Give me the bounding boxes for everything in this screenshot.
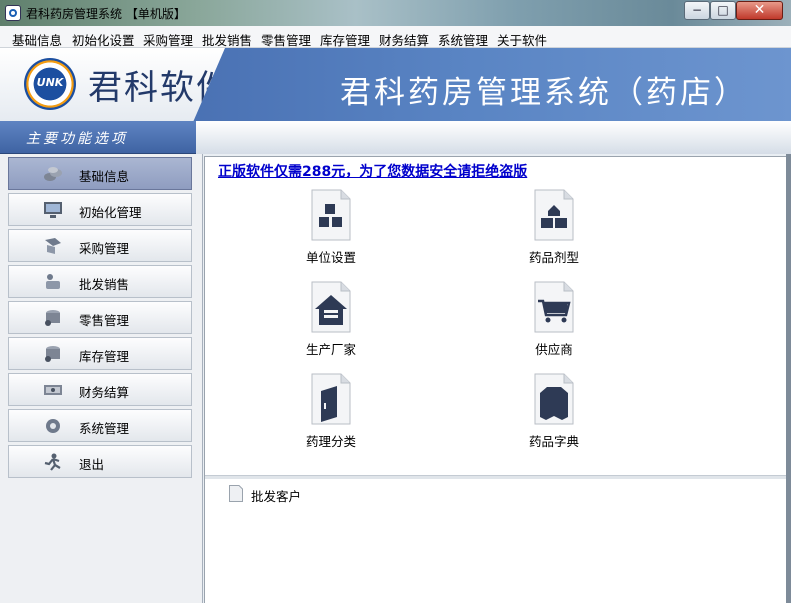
- stack-icon: [44, 167, 62, 181]
- shirt-icon: [534, 373, 574, 425]
- title-bar[interactable]: 君科药房管理系统 【单机版】 − □ ✕: [0, 0, 791, 26]
- monitor-icon: [44, 202, 62, 218]
- sidebar-item-label: 采购管理: [79, 241, 130, 256]
- inventory-icon: [45, 346, 60, 362]
- tile-label: 供应商: [535, 342, 573, 357]
- minimize-button[interactable]: −: [684, 1, 710, 20]
- tile-label: 生产厂家: [305, 342, 356, 357]
- document-icon: [229, 485, 243, 502]
- menu-item-system[interactable]: 系统管理: [438, 30, 488, 49]
- system-title: 君科药房管理系统（药店）: [340, 75, 748, 111]
- app-window: 君科药房管理系统 【单机版】 − □ ✕ 基础信息 初始化设置 采购管理 批发销…: [0, 0, 791, 603]
- tile-label: 单位设置: [305, 250, 356, 265]
- sidebar-item-exit[interactable]: 退出: [8, 445, 192, 478]
- menu-bar: 基础信息 初始化设置 采购管理 批发销售 零售管理 库存管理 财务结算 系统管理…: [0, 26, 791, 48]
- maximize-button[interactable]: □: [710, 1, 736, 20]
- menu-item-basic-info[interactable]: 基础信息: [12, 30, 62, 49]
- content-header-strip: [196, 121, 791, 154]
- sidebar-header-label: 主要功能选项: [26, 131, 128, 147]
- tile-label: 药理分类: [305, 434, 356, 449]
- menu-item-purchase[interactable]: 采购管理: [143, 30, 193, 49]
- purchase-icon: [45, 238, 61, 254]
- sub-item-label: 批发客户: [251, 489, 302, 504]
- sidebar-item-label: 退出: [79, 457, 105, 472]
- book-icon: [311, 373, 351, 425]
- sidebar-item-init[interactable]: 初始化管理: [8, 193, 192, 226]
- sidebar-item-label: 系统管理: [79, 421, 130, 436]
- sidebar-item-finance[interactable]: 财务结算: [8, 373, 192, 406]
- logo-area: UNK 君科软件: [0, 48, 225, 121]
- gear-icon: [46, 419, 60, 433]
- tile-supplier[interactable]: 供应商: [494, 281, 614, 361]
- menu-item-inventory[interactable]: 库存管理: [320, 30, 370, 49]
- app-icon[interactable]: [5, 5, 21, 21]
- close-button[interactable]: ✕: [736, 1, 783, 20]
- menu-item-wholesale[interactable]: 批发销售: [202, 30, 252, 49]
- menu-item-init-settings[interactable]: 初始化设置: [72, 30, 135, 49]
- sidebar-item-label: 财务结算: [79, 385, 130, 400]
- logo-badge: UNK: [36, 76, 64, 89]
- tile-manufacturer[interactable]: 生产厂家: [271, 281, 391, 361]
- sidebar-item-basic-info[interactable]: 基础信息: [8, 157, 192, 190]
- sidebar-item-system[interactable]: 系统管理: [8, 409, 192, 442]
- exit-icon: [44, 453, 61, 471]
- menu-item-retail[interactable]: 零售管理: [261, 30, 311, 49]
- wholesale-icon: [46, 274, 60, 289]
- sidebar-item-label: 库存管理: [79, 349, 130, 364]
- tile-pharmacology[interactable]: 药理分类: [271, 373, 391, 453]
- section-divider: [205, 475, 787, 479]
- promo-link[interactable]: 正版软件仅需288元，为了您数据安全请拒绝盗版: [218, 161, 527, 181]
- tile-unit-settings[interactable]: 单位设置: [271, 189, 391, 269]
- blocks-icon: [311, 189, 351, 241]
- window-right-border: [786, 154, 791, 603]
- sidebar-item-label: 批发销售: [79, 277, 130, 292]
- menu-item-finance[interactable]: 财务结算: [379, 30, 429, 49]
- window-title: 君科药房管理系统 【单机版】: [26, 7, 186, 21]
- sidebar-item-retail[interactable]: 零售管理: [8, 301, 192, 334]
- money-icon: [44, 385, 62, 395]
- banner: UNK 君科软件 君科药房管理系统（药店）: [0, 48, 791, 121]
- close-icon: ✕: [753, 2, 766, 18]
- sidebar-item-label: 基础信息: [79, 169, 130, 184]
- sidebar-item-label: 初始化管理: [79, 205, 142, 220]
- cart-icon: [534, 281, 574, 333]
- sidebar: 基础信息 初始化管理 采购管理 批发销售 零售管理 库存管理 财务结算 系统管理…: [0, 154, 203, 603]
- menu-item-about[interactable]: 关于软件: [497, 30, 547, 49]
- main-content: 正版软件仅需288元，为了您数据安全请拒绝盗版 单位设置 药品剂型 生产厂家 供…: [204, 156, 787, 603]
- sidebar-item-label: 零售管理: [79, 313, 130, 328]
- tile-dosage-form[interactable]: 药品剂型: [494, 189, 614, 269]
- sidebar-item-purchase[interactable]: 采购管理: [8, 229, 192, 262]
- tile-label: 药品字典: [528, 434, 579, 449]
- sidebar-item-inventory[interactable]: 库存管理: [8, 337, 192, 370]
- maximize-icon: □: [717, 3, 729, 17]
- logo-text: 君科软件: [88, 68, 232, 108]
- retail-icon: [45, 310, 60, 326]
- tile-drug-dictionary[interactable]: 药品字典: [494, 373, 614, 453]
- house-icon: [311, 281, 351, 333]
- blocks-stack-icon: [534, 189, 574, 241]
- tile-label: 药品剂型: [528, 250, 579, 265]
- sidebar-header: 主要功能选项: [0, 121, 196, 154]
- sidebar-item-wholesale[interactable]: 批发销售: [8, 265, 192, 298]
- minimize-icon: −: [691, 3, 703, 17]
